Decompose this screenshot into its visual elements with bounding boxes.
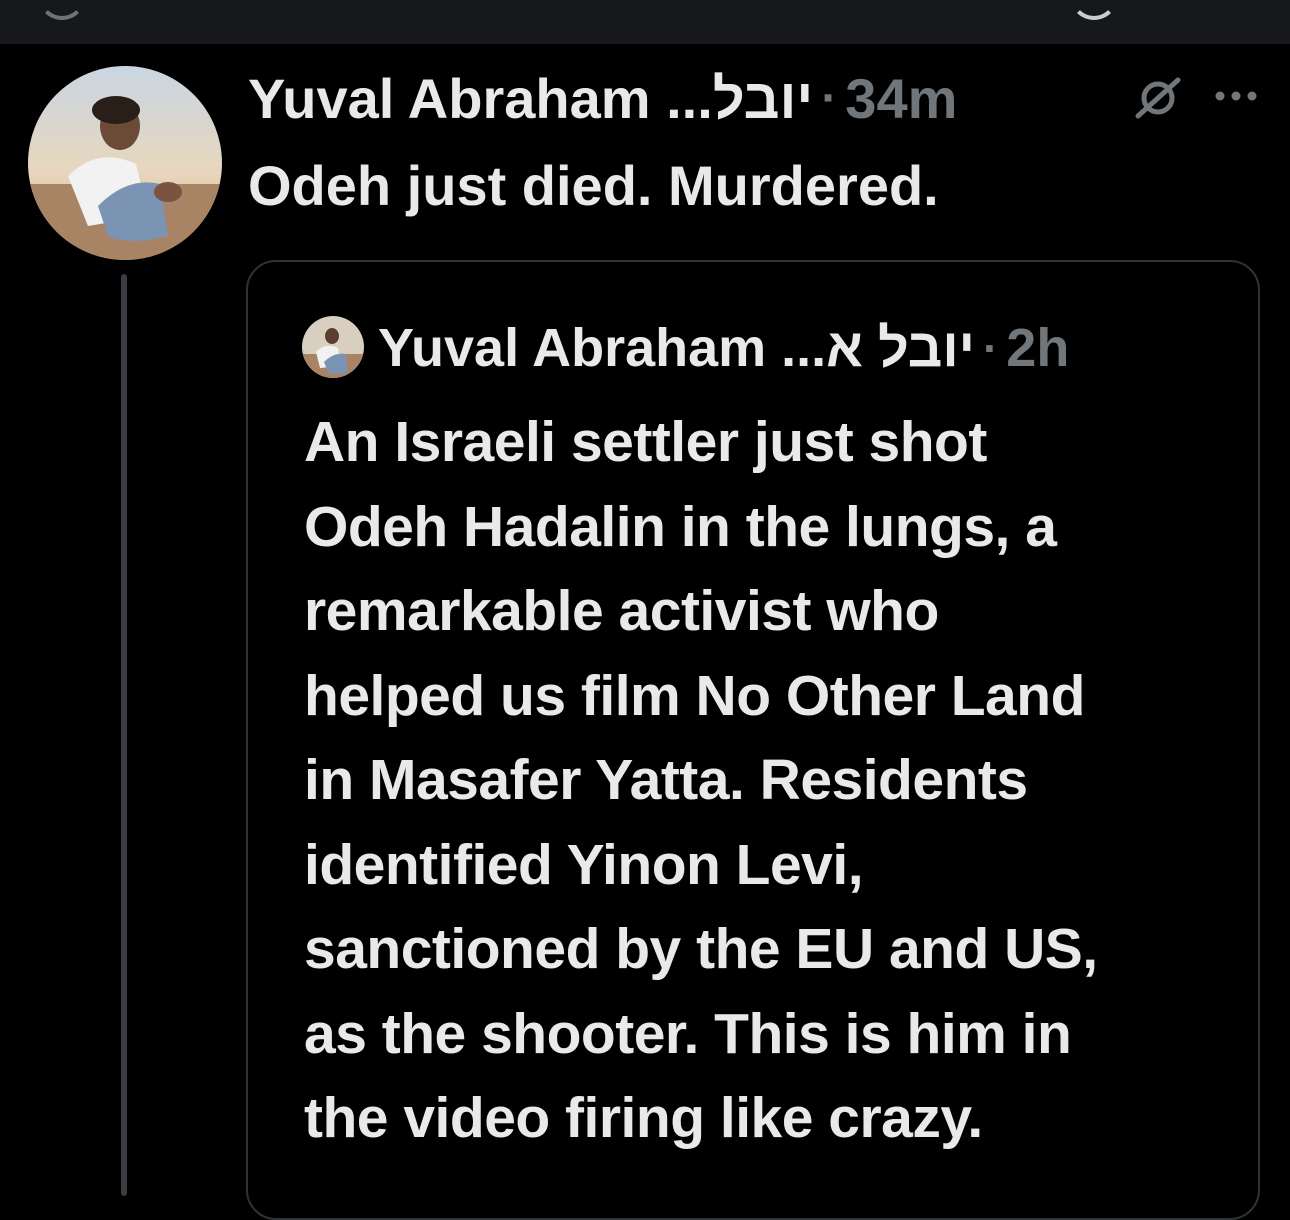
quoted-text-line: An Israeli settler just shot <box>304 410 987 474</box>
quoted-text-line: in Masafer Yatta. Residents <box>304 748 1028 812</box>
profile-photo <box>302 316 364 378</box>
quoted-avatar <box>302 316 364 378</box>
quoted-post-header: Yuval Abraham ...יובל א · 2h <box>378 312 1069 384</box>
post-time[interactable]: 34m <box>845 66 957 131</box>
quoted-post-text: An Israeli settler just shot Odeh Hadali… <box>304 400 1098 1161</box>
quoted-author-name: Yuval Abraham ...יובל א <box>378 318 975 378</box>
quoted-text-line: Odeh Hadalin in the lungs, a <box>304 494 1057 559</box>
search-icon[interactable] <box>1070 0 1118 20</box>
post-header: Yuval Abraham ...יובל · 34m <box>248 62 957 134</box>
quoted-text-line: as the shooter. This is him in <box>304 1001 1072 1066</box>
thread-line <box>121 274 127 1196</box>
profile-photo <box>28 66 222 260</box>
back-icon[interactable] <box>38 0 86 20</box>
quoted-text-line: helped us film No Other Land <box>304 663 1085 728</box>
separator-dot: · <box>821 71 838 125</box>
separator-dot: · <box>982 322 999 374</box>
quoted-text-line: remarkable activist who <box>304 579 939 643</box>
more-icon[interactable] <box>1212 78 1260 114</box>
avatar[interactable] <box>28 66 222 260</box>
mute-icon[interactable] <box>1134 76 1182 120</box>
author-name[interactable]: Yuval Abraham ...יובל <box>248 66 813 131</box>
post-text: Odeh just died. Murdered. <box>248 154 939 217</box>
quoted-post-time: 2h <box>1006 318 1070 378</box>
quoted-text-line: the video firing like crazy. <box>304 1086 983 1150</box>
quoted-text-line: identified Yinon Levi, <box>304 832 864 897</box>
quoted-text-line: sanctioned by the EU and US, <box>304 917 1098 981</box>
top-bar <box>0 0 1290 44</box>
